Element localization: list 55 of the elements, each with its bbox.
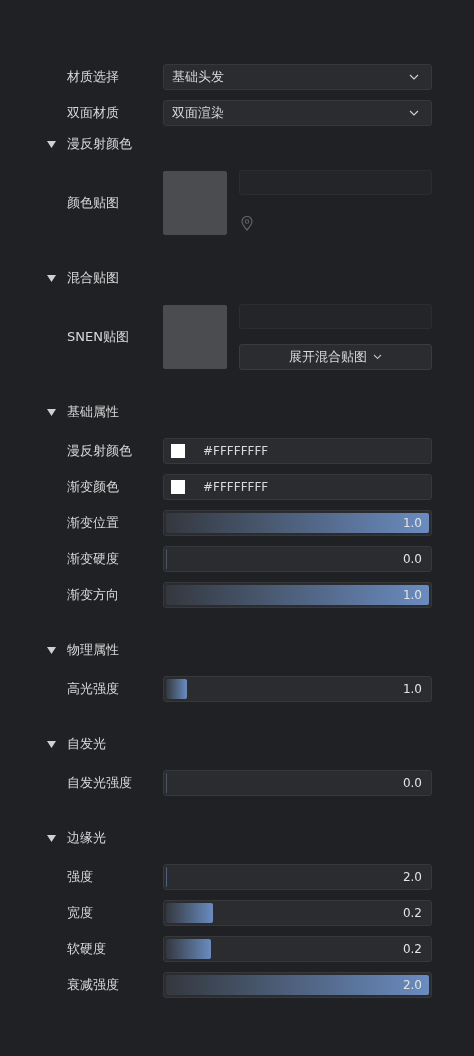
slider-value: 0.2	[402, 942, 422, 956]
field-label: 自发光强度	[66, 774, 133, 792]
collapse-triangle-icon[interactable]	[47, 140, 56, 148]
section-title: 边缘光	[67, 829, 106, 847]
field-label: 强度	[66, 868, 94, 886]
collapse-triangle-icon[interactable]	[47, 646, 56, 654]
dropdown[interactable]: 双面渲染	[163, 100, 432, 126]
field-label: 高光强度	[66, 680, 120, 698]
slider-value: 1.0	[402, 588, 422, 602]
slider-track[interactable]: 1.0	[163, 676, 432, 702]
slider-track[interactable]: 0.0	[163, 546, 432, 572]
slider-track[interactable]: 0.2	[163, 900, 432, 926]
section-title: 物理属性	[67, 641, 119, 659]
slider-value: 2.0	[402, 978, 422, 992]
field-label: 材质选择	[66, 68, 120, 86]
color-swatch[interactable]	[171, 444, 185, 458]
texture-thumbnail[interactable]	[163, 305, 227, 369]
slider-track[interactable]: 0.0	[163, 770, 432, 796]
chevron-down-icon	[373, 354, 382, 360]
collapse-triangle-icon[interactable]	[47, 740, 56, 748]
field-label: 漫反射颜色	[66, 442, 133, 460]
slider-value: 1.0	[402, 682, 422, 696]
field-label: 颜色贴图	[66, 194, 120, 212]
slider-track[interactable]: 2.0	[163, 864, 432, 890]
field-label: 渐变硬度	[66, 550, 120, 568]
section-title: 混合贴图	[67, 269, 119, 287]
field-label: 渐变方向	[66, 586, 120, 604]
chevron-down-icon	[409, 74, 419, 80]
collapse-triangle-icon[interactable]	[47, 274, 56, 282]
field-label: SNEN贴图	[66, 328, 130, 346]
section-title: 基础属性	[67, 403, 119, 421]
section-title: 自发光	[67, 735, 106, 753]
slider-value: 0.0	[402, 552, 422, 566]
slider-value: 1.0	[402, 516, 422, 530]
dropdown[interactable]: 基础头发	[163, 64, 432, 90]
field-label: 宽度	[66, 904, 94, 922]
chevron-down-icon	[409, 110, 419, 116]
slider-track[interactable]: 0.2	[163, 936, 432, 962]
field-label: 双面材质	[66, 104, 120, 122]
collapse-triangle-icon[interactable]	[47, 408, 56, 416]
color-field[interactable]: #FFFFFFFF	[163, 438, 432, 464]
color-field[interactable]: #FFFFFFFF	[163, 474, 432, 500]
collapse-triangle-icon[interactable]	[47, 834, 56, 842]
expand-button[interactable]: 展开混合贴图	[239, 344, 432, 370]
field-label: 衰减强度	[66, 976, 120, 994]
section-title: 漫反射颜色	[67, 135, 132, 153]
slider-value: 0.2	[402, 906, 422, 920]
slider-value: 0.0	[402, 776, 422, 790]
color-swatch[interactable]	[171, 480, 185, 494]
location-pin-icon[interactable]	[241, 216, 253, 231]
field-label: 软硬度	[66, 940, 107, 958]
field-label: 渐变颜色	[66, 478, 120, 496]
slider-value: 2.0	[402, 870, 422, 884]
texture-thumbnail[interactable]	[163, 171, 227, 235]
field-label: 渐变位置	[66, 514, 120, 532]
